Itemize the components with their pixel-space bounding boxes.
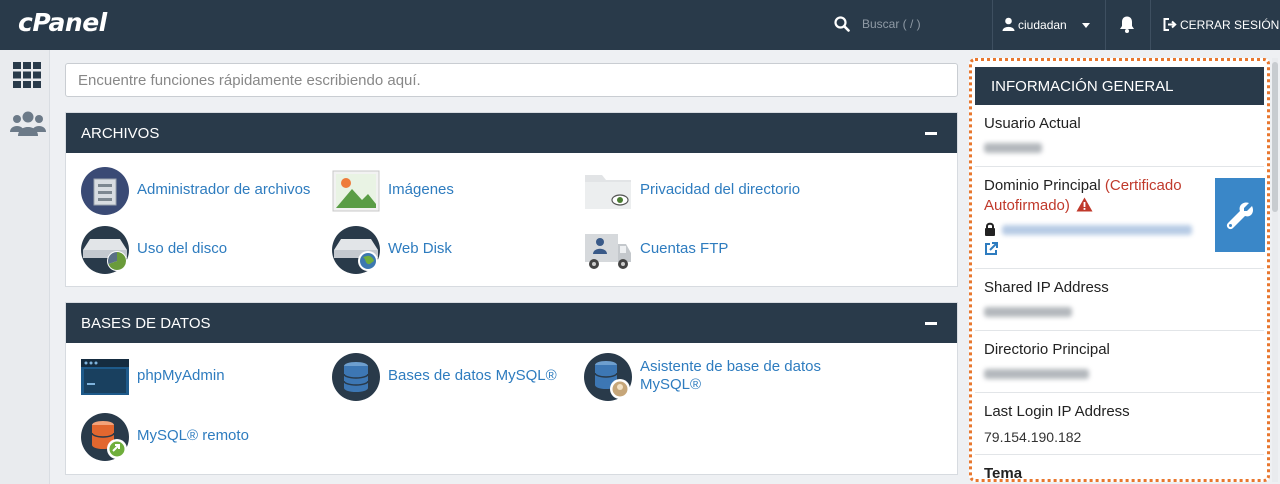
phpmyadmin-label: phpMyAdmin xyxy=(137,367,225,384)
general-info-header: INFORMACIÓN GENERAL xyxy=(975,67,1264,105)
warning-icon xyxy=(1076,197,1093,212)
theme-row: Tema xyxy=(975,455,1264,482)
self-signed-cert-text: Autofirmado) xyxy=(984,197,1070,214)
disk-usage-label: Uso del disco xyxy=(137,240,228,257)
logout-label: CERRAR SESIÓN xyxy=(1180,18,1280,32)
directory-privacy-label: Privacidad del directorio xyxy=(640,181,801,198)
navbar-divider xyxy=(1150,0,1151,50)
tools-button[interactable] xyxy=(1215,178,1265,252)
wrench-icon xyxy=(1226,202,1254,230)
user-icon xyxy=(1002,17,1015,31)
bell-icon[interactable] xyxy=(1118,15,1136,34)
self-signed-cert-warning[interactable]: (Certificado xyxy=(1105,177,1182,194)
logout-icon xyxy=(1163,18,1177,31)
mysql-databases-label: Bases de datos MySQL® xyxy=(388,367,557,384)
phpmyadmin-icon xyxy=(81,359,129,395)
chevron-down-icon xyxy=(1082,23,1090,28)
web-disk-label: Web Disk xyxy=(388,240,452,257)
images-label: Imágenes xyxy=(388,181,454,198)
current-user-value-redacted xyxy=(984,143,1042,153)
collapse-icon[interactable] xyxy=(925,132,937,135)
disk-usage-icon xyxy=(81,226,129,274)
images-link[interactable]: Imágenes xyxy=(332,167,572,215)
home-directory-label: Directorio Principal xyxy=(984,341,1110,358)
directory-privacy-link[interactable]: Privacidad del directorio xyxy=(584,167,824,215)
ftp-accounts-icon xyxy=(585,234,631,269)
home-directory-value-redacted xyxy=(984,369,1089,379)
current-user-row: Usuario Actual xyxy=(975,105,1264,167)
mysql-wizard-link[interactable]: Asistente de base de datos MySQL® xyxy=(584,353,844,401)
current-user-label: Usuario Actual xyxy=(984,115,1081,132)
theme-label: Tema xyxy=(984,465,1023,482)
ftp-accounts-label: Cuentas FTP xyxy=(640,240,729,257)
mysql-databases-link[interactable]: Bases de datos MySQL® xyxy=(332,353,572,401)
logout-button[interactable]: CERRAR SESIÓN xyxy=(1163,0,1280,50)
scrollbar[interactable] xyxy=(1272,58,1278,482)
file-manager-label: Administrador de archivos xyxy=(137,181,311,198)
mysql-databases-icon xyxy=(332,353,380,401)
files-panel: ARCHIVOS Administrador de archivos Imáge… xyxy=(65,112,958,287)
primary-domain-label: Dominio Principal (Certificado xyxy=(984,177,1182,194)
mysql-wizard-label: Asistente de base de datos MySQL® xyxy=(640,358,821,394)
left-sidebar xyxy=(0,50,50,484)
navbar-divider xyxy=(992,0,993,50)
scrollbar-thumb[interactable] xyxy=(1272,62,1278,212)
databases-panel: BASES DE DATOS phpMyAdmin Bases de datos… xyxy=(65,302,958,475)
file-manager-link[interactable]: Administrador de archivos xyxy=(81,167,321,215)
file-manager-icon xyxy=(81,167,129,215)
files-panel-header[interactable]: ARCHIVOS xyxy=(66,113,957,153)
collapse-icon[interactable] xyxy=(925,322,937,325)
user-menu[interactable]: ciudadan xyxy=(1000,0,1100,50)
shared-ip-row: Shared IP Address xyxy=(975,269,1264,331)
databases-panel-title: BASES DE DATOS xyxy=(81,315,211,332)
lock-icon xyxy=(985,222,995,236)
images-icon xyxy=(332,170,380,212)
shared-ip-value-redacted xyxy=(984,307,1072,317)
web-disk-link[interactable]: Web Disk xyxy=(332,226,572,274)
disk-usage-link[interactable]: Uso del disco xyxy=(81,226,321,274)
directory-privacy-icon xyxy=(585,175,631,209)
self-signed-cert-warning-line2[interactable]: Autofirmado) xyxy=(984,197,1093,214)
last-login-row: Last Login IP Address 79.154.190.182 xyxy=(975,393,1264,455)
navbar-divider xyxy=(1105,0,1106,50)
ftp-accounts-link[interactable]: Cuentas FTP xyxy=(584,226,824,274)
remote-mysql-icon xyxy=(81,413,129,461)
feature-search[interactable] xyxy=(65,63,958,97)
mysql-wizard-label-line1: Asistente de base de datos xyxy=(640,358,821,375)
databases-panel-header[interactable]: BASES DE DATOS xyxy=(66,303,957,343)
feature-search-input[interactable] xyxy=(66,64,957,96)
username: ciudadan xyxy=(1018,18,1067,32)
phpmyadmin-link[interactable]: phpMyAdmin xyxy=(81,353,321,401)
last-login-label: Last Login IP Address xyxy=(984,403,1130,420)
remote-mysql-label: MySQL® remoto xyxy=(137,427,249,444)
mysql-wizard-icon xyxy=(584,353,632,401)
general-info-panel: INFORMACIÓN GENERAL Usuario Actual Domin… xyxy=(969,58,1270,482)
top-search[interactable]: Buscar ( / ) xyxy=(834,12,984,38)
external-link-icon[interactable] xyxy=(984,242,998,256)
remote-mysql-link[interactable]: MySQL® remoto xyxy=(81,413,321,461)
files-panel-title: ARCHIVOS xyxy=(81,125,160,142)
users-icon[interactable] xyxy=(10,110,46,138)
grid-icon[interactable] xyxy=(13,62,41,88)
cpanel-logo[interactable]: cPanel xyxy=(18,8,107,37)
general-info-title: INFORMACIÓN GENERAL xyxy=(991,78,1174,95)
top-navbar: cPanel Buscar ( / ) ciudadan CERRAR SESI… xyxy=(0,0,1280,50)
home-directory-row: Directorio Principal xyxy=(975,331,1264,393)
search-icon xyxy=(834,16,850,32)
primary-domain-label-text: Dominio Principal xyxy=(984,177,1101,194)
primary-domain-value-redacted[interactable] xyxy=(1002,225,1192,235)
top-search-placeholder: Buscar ( / ) xyxy=(862,17,921,31)
mysql-wizard-label-line2: MySQL® xyxy=(640,376,702,393)
web-disk-icon xyxy=(332,226,380,274)
shared-ip-label: Shared IP Address xyxy=(984,279,1109,296)
last-login-value: 79.154.190.182 xyxy=(984,429,1082,445)
